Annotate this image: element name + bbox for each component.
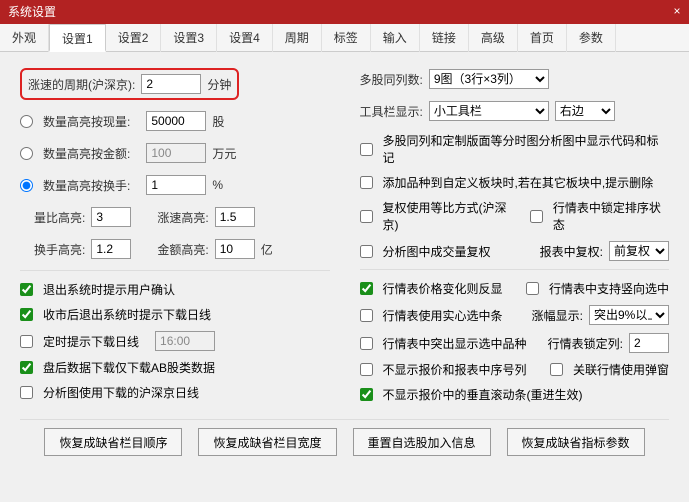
toolbar-label: 工具栏显示: bbox=[360, 103, 423, 120]
highlight-by-turnover-unit: % bbox=[212, 178, 223, 192]
solid-bar-label: 行情表使用实心选中条 bbox=[383, 307, 503, 324]
tab-period[interactable]: 周期 bbox=[273, 24, 322, 52]
sort-lock-checkbox[interactable] bbox=[530, 210, 543, 223]
amount-hl-unit: 亿 bbox=[261, 241, 273, 258]
hide-seq-label: 不显示报价和报表中序号列 bbox=[383, 361, 527, 378]
hide-seq-checkbox[interactable] bbox=[360, 363, 373, 376]
restore-col-width-button[interactable]: 恢复成缺省栏目宽度 bbox=[198, 428, 336, 456]
restore-indicator-params-button[interactable]: 恢复成缺省指标参数 bbox=[507, 428, 645, 456]
fq-ratio-checkbox[interactable] bbox=[360, 210, 373, 223]
price-invert-label: 行情表价格变化则反显 bbox=[383, 280, 503, 297]
close-icon[interactable]: × bbox=[669, 4, 685, 20]
link-popup-checkbox[interactable] bbox=[550, 363, 563, 376]
tab-link[interactable]: 链接 bbox=[420, 24, 469, 52]
tab-settings2[interactable]: 设置2 bbox=[106, 24, 162, 52]
exit-confirm-label: 退出系统时提示用户确认 bbox=[43, 281, 175, 298]
show-code-label: 多股同列和定制版面等分时图分析图中显示代码和标记 bbox=[383, 132, 670, 166]
rise-speed-period-label: 涨速的周期(沪深京): bbox=[28, 76, 135, 93]
turnover-hl-input[interactable] bbox=[91, 239, 131, 259]
footer: 恢复成缺省栏目顺序 恢复成缺省栏目宽度 重置自选股加入信息 恢复成缺省指标参数 bbox=[0, 420, 689, 468]
lock-col-label: 行情表锁定列: bbox=[548, 335, 623, 352]
hsj-daily-label: 分析图使用下载的沪深京日线 bbox=[43, 384, 199, 401]
hide-vscroll-label: 不显示报价中的垂直滚动条(重进生效) bbox=[383, 386, 583, 403]
tab-settings4[interactable]: 设置4 bbox=[217, 24, 273, 52]
left-column: 涨速的周期(沪深京): 分钟 数量高亮按现量: 股 数量高亮按金额: 万元 数量… bbox=[20, 68, 330, 411]
window-title: 系统设置 bbox=[8, 5, 56, 19]
highlight-by-amount-radio[interactable] bbox=[20, 147, 33, 160]
tab-params[interactable]: 参数 bbox=[567, 24, 616, 52]
sort-lock-label: 行情表中锁定排序状态 bbox=[553, 199, 669, 233]
price-invert-checkbox[interactable] bbox=[360, 282, 373, 295]
hide-vscroll-checkbox[interactable] bbox=[360, 388, 373, 401]
highlight-by-volume-unit: 股 bbox=[212, 113, 224, 130]
multi-col-label: 多股同列数: bbox=[360, 71, 423, 88]
ab-only-checkbox[interactable] bbox=[20, 361, 33, 374]
timed-dl-input[interactable] bbox=[155, 331, 215, 351]
tab-appearance[interactable]: 外观 bbox=[0, 24, 49, 52]
highlight-by-turnover-radio[interactable] bbox=[20, 179, 33, 192]
separator bbox=[20, 270, 330, 271]
right-column: 多股同列数: 9图（3行×3列） 工具栏显示: 小工具栏 右边 多股同列和定制版… bbox=[360, 68, 670, 411]
highlight-sel-label: 行情表中突出显示选中品种 bbox=[383, 335, 527, 352]
rise-speed-period-input[interactable] bbox=[141, 74, 201, 94]
separator-right bbox=[360, 269, 670, 270]
amount-hl-input[interactable] bbox=[215, 239, 255, 259]
rise-speed-period-unit: 分钟 bbox=[207, 76, 231, 93]
lock-col-input[interactable] bbox=[629, 333, 669, 353]
hsj-daily-checkbox[interactable] bbox=[20, 386, 33, 399]
turnover-hl-label: 换手高亮: bbox=[34, 241, 85, 258]
tab-settings3[interactable]: 设置3 bbox=[161, 24, 217, 52]
tab-advanced[interactable]: 高级 bbox=[469, 24, 518, 52]
tabs: 外观 设置1 设置2 设置3 设置4 周期 标签 输入 链接 高级 首页 参数 bbox=[0, 24, 689, 52]
volratio-hl-label: 量比高亮: bbox=[34, 209, 85, 226]
speed-hl-input[interactable] bbox=[215, 207, 255, 227]
solid-bar-checkbox[interactable] bbox=[360, 309, 373, 322]
toolbar-pos-select[interactable]: 右边 bbox=[555, 101, 615, 121]
reset-favorites-button[interactable]: 重置自选股加入信息 bbox=[353, 428, 491, 456]
tab-settings1[interactable]: 设置1 bbox=[49, 24, 106, 52]
rise-display-select[interactable]: 突出9%以上 bbox=[589, 305, 669, 325]
after-close-dl-checkbox[interactable] bbox=[20, 308, 33, 321]
show-code-checkbox[interactable] bbox=[360, 143, 373, 156]
rise-display-label: 涨幅显示: bbox=[532, 307, 583, 324]
highlight-by-turnover-input[interactable] bbox=[146, 175, 206, 195]
vertical-sel-checkbox[interactable] bbox=[526, 282, 539, 295]
add-variety-checkbox[interactable] bbox=[360, 176, 373, 189]
restore-col-order-button[interactable]: 恢复成缺省栏目顺序 bbox=[44, 428, 182, 456]
tab-home[interactable]: 首页 bbox=[518, 24, 567, 52]
timed-dl-checkbox[interactable] bbox=[20, 335, 33, 348]
volratio-hl-input[interactable] bbox=[91, 207, 131, 227]
highlight-by-amount-input[interactable] bbox=[146, 143, 206, 163]
amount-hl-label: 金额高亮: bbox=[157, 241, 208, 258]
highlight-by-volume-label: 数量高亮按现量: bbox=[43, 113, 130, 130]
highlight-sel-checkbox[interactable] bbox=[360, 337, 373, 350]
vol-fq-label: 分析图中成交量复权 bbox=[383, 243, 491, 260]
fq-ratio-label: 复权使用等比方式(沪深京) bbox=[383, 199, 518, 233]
titlebar: 系统设置 × bbox=[0, 0, 689, 24]
timed-dl-label: 定时提示下载日线 bbox=[43, 333, 139, 350]
ab-only-label: 盘后数据下载仅下载AB股类数据 bbox=[43, 359, 215, 376]
multi-col-select[interactable]: 9图（3行×3列） bbox=[429, 69, 549, 89]
highlight-by-turnover-label: 数量高亮按换手: bbox=[43, 177, 130, 194]
add-variety-label: 添加品种到自定义板块时,若在其它板块中,提示删除 bbox=[383, 174, 654, 191]
toolbar-select[interactable]: 小工具栏 bbox=[429, 101, 549, 121]
highlight-by-volume-input[interactable] bbox=[146, 111, 206, 131]
tab-input[interactable]: 输入 bbox=[371, 24, 420, 52]
highlight-by-volume-radio[interactable] bbox=[20, 115, 33, 128]
link-popup-label: 关联行情使用弹窗 bbox=[573, 361, 669, 378]
highlight-by-amount-label: 数量高亮按金额: bbox=[43, 145, 130, 162]
vol-fq-checkbox[interactable] bbox=[360, 245, 373, 258]
after-close-dl-label: 收市后退出系统时提示下载日线 bbox=[43, 306, 211, 323]
speed-hl-label: 涨速高亮: bbox=[157, 209, 208, 226]
rise-speed-period-box: 涨速的周期(沪深京): 分钟 bbox=[20, 68, 239, 100]
report-fq-select[interactable]: 前复权 bbox=[609, 241, 669, 261]
vertical-sel-label: 行情表中支持竖向选中 bbox=[549, 280, 669, 297]
exit-confirm-checkbox[interactable] bbox=[20, 283, 33, 296]
report-fq-label: 报表中复权: bbox=[540, 243, 603, 260]
highlight-by-amount-unit: 万元 bbox=[212, 145, 236, 162]
tab-labels[interactable]: 标签 bbox=[322, 24, 371, 52]
